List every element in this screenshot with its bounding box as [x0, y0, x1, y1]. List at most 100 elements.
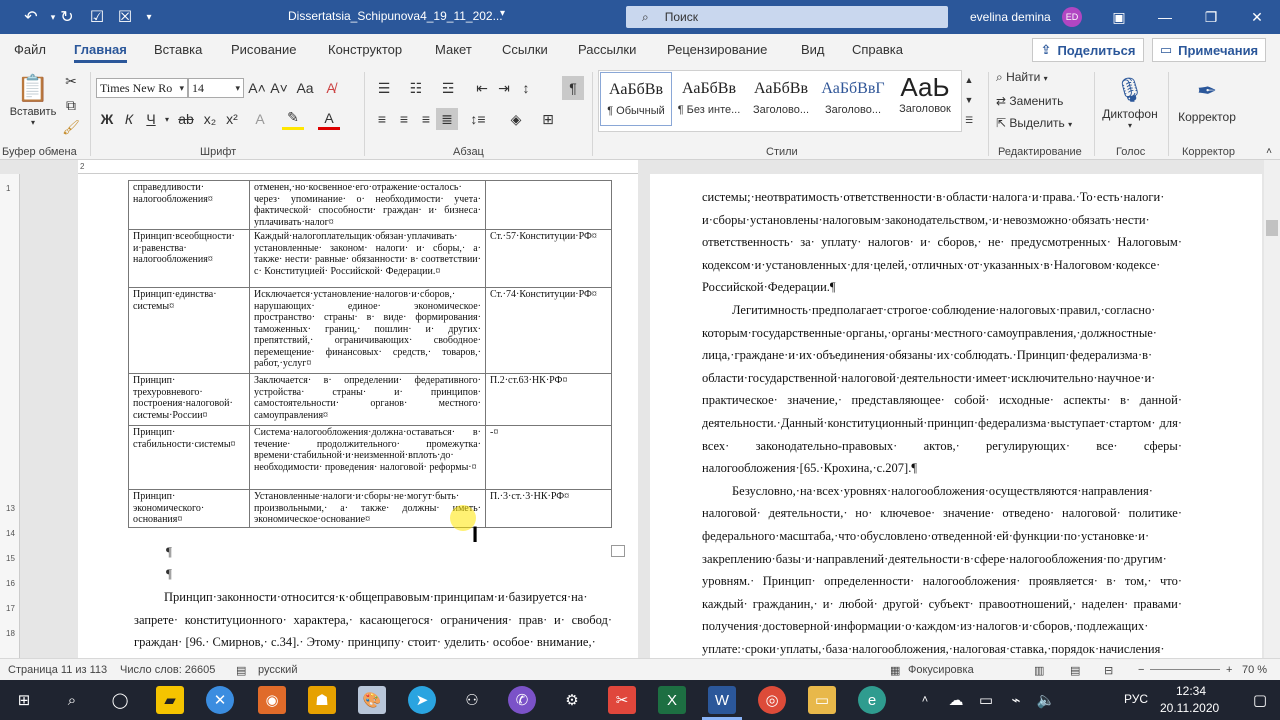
style-heading-2[interactable]: АаБбВвГ Заголово...: [817, 72, 889, 126]
tab-references[interactable]: Ссылки: [502, 42, 548, 57]
print-layout-icon[interactable]: ▤: [1070, 664, 1080, 677]
tab-insert[interactable]: Вставка: [154, 42, 202, 57]
media-app-icon[interactable]: ✂: [608, 686, 636, 714]
scrollbar-thumb[interactable]: [1266, 220, 1278, 236]
excel-icon[interactable]: X: [658, 686, 686, 714]
table-cell[interactable]: Принцип·всеобщности· и·равенства· налого…: [128, 229, 250, 288]
zoom-out-icon[interactable]: −: [1138, 664, 1144, 676]
multilevel-list-icon[interactable]: ☲: [436, 78, 460, 98]
focus-icon[interactable]: ▦: [890, 664, 900, 677]
highlight-icon[interactable]: ✎: [282, 108, 304, 130]
windows-start-icon[interactable]: ⊞: [10, 686, 38, 714]
viber-icon[interactable]: ✆: [508, 686, 536, 714]
increase-indent-icon[interactable]: ⇥: [494, 78, 514, 98]
minimize-icon[interactable]: —: [1142, 0, 1188, 34]
table-cell[interactable]: Ст.·57·Конституции·РФ¤: [485, 229, 612, 288]
decrease-indent-icon[interactable]: ⇤: [472, 78, 492, 98]
app-icon[interactable]: ✕: [206, 686, 234, 714]
select-button[interactable]: ⇱ Выделить ▾: [996, 116, 1072, 130]
word-icon[interactable]: W: [708, 686, 736, 714]
user-name[interactable]: evelina demina: [970, 10, 1051, 24]
justify-icon[interactable]: ≣: [436, 108, 458, 130]
sticky-notes-icon[interactable]: ▰: [156, 686, 184, 714]
comments-button[interactable]: ▭ Примечания: [1152, 38, 1266, 62]
strikethrough-icon[interactable]: ab: [176, 108, 196, 130]
table-row[interactable]: Принцип·всеобщности· и·равенства· налого…: [128, 229, 612, 288]
collapse-ribbon-icon[interactable]: ˄: [1262, 144, 1276, 158]
paste-button[interactable]: 📋 Вставить ▾: [10, 70, 57, 130]
borders-icon[interactable]: ⊞: [536, 108, 560, 130]
bold-button[interactable]: Ж: [98, 108, 116, 130]
table-row[interactable]: справедливости· налогообложения¤ отменен,…: [128, 180, 612, 230]
tab-review[interactable]: Рецензирование: [667, 42, 767, 57]
superscript-icon[interactable]: x²: [222, 108, 242, 130]
format-painter-icon[interactable]: 🖌: [62, 118, 80, 136]
restore-icon[interactable]: ❐: [1188, 0, 1234, 34]
table-resize-handle[interactable]: [611, 545, 625, 557]
align-left-icon[interactable]: ≡: [372, 108, 392, 130]
table-cell[interactable]: [485, 180, 612, 230]
clock-date[interactable]: 20.11.2020: [1160, 701, 1219, 715]
italic-button[interactable]: К: [120, 108, 138, 130]
table-cell[interactable]: Принцип· экономического· основания¤: [128, 489, 250, 528]
bullets-icon[interactable]: ☰: [372, 78, 396, 98]
focus-mode[interactable]: Фокусировка: [908, 664, 974, 676]
tab-layout[interactable]: Макет: [435, 42, 472, 57]
right-body-text[interactable]: системы;·неотвратимость·ответственности·…: [702, 186, 1182, 660]
camera-app-icon[interactable]: ◉: [258, 686, 286, 714]
zoom-in-icon[interactable]: +: [1226, 664, 1232, 676]
book-app-icon[interactable]: ☗: [308, 686, 336, 714]
ribbon-display-icon[interactable]: ▣: [1096, 0, 1142, 34]
chrome-icon[interactable]: ◎: [758, 686, 786, 714]
tab-help[interactable]: Справка: [852, 42, 903, 57]
underline-button[interactable]: Ч: [142, 108, 160, 130]
shrink-font-icon[interactable]: A˅: [270, 78, 288, 98]
web-layout-icon[interactable]: ⊟: [1104, 664, 1113, 677]
table-cell[interactable]: Принцип· стабильности·системы¤: [128, 425, 250, 490]
table-cell[interactable]: Система·налогообложения·должна·оставатьс…: [249, 425, 486, 490]
network-icon[interactable]: ⌁: [1006, 686, 1026, 714]
zoom-level[interactable]: 70 %: [1242, 664, 1267, 676]
styles-more-icon[interactable]: ☰: [962, 110, 976, 130]
search-box[interactable]: ⌕ Поиск: [626, 6, 948, 28]
paint-icon[interactable]: 🎨: [358, 686, 386, 714]
word-count[interactable]: Число слов: 26605: [120, 664, 215, 676]
table-row[interactable]: Принцип· стабильности·системы¤ Система·на…: [128, 425, 612, 490]
table-cell[interactable]: Принцип·единства· системы¤: [128, 287, 250, 374]
style-no-spacing[interactable]: АаБбВв ¶ Без инте...: [673, 72, 745, 126]
font-size-combo[interactable]: 14 ▾: [188, 78, 244, 98]
table-cell[interactable]: Заключается· в· определении· федеративно…: [249, 373, 486, 426]
tab-design[interactable]: Конструктор: [328, 42, 402, 57]
table-row[interactable]: Принцип· экономического· основания¤ Устан…: [128, 489, 612, 528]
task-view-icon[interactable]: ◯: [106, 686, 134, 714]
people-icon[interactable]: ⚇: [458, 686, 486, 714]
sort-icon[interactable]: ↕: [516, 78, 536, 98]
redo-icon[interactable]: ↻: [50, 0, 84, 34]
copy-icon[interactable]: ⧉: [62, 96, 80, 114]
replace-button[interactable]: ⇄ Заменить: [996, 94, 1063, 108]
table-cell[interactable]: Каждый·налогоплательщик·обязан·уплачиват…: [249, 229, 486, 288]
cut-icon[interactable]: ✂: [62, 72, 80, 90]
volume-icon[interactable]: 🔈: [1036, 686, 1056, 714]
style-heading-1[interactable]: АаБбВв Заголово...: [745, 72, 817, 126]
tab-view[interactable]: Вид: [801, 42, 825, 57]
align-center-icon[interactable]: ≡: [394, 108, 414, 130]
editor-button[interactable]: ✒ Корректор: [1172, 70, 1242, 130]
horizontal-ruler[interactable]: 2: [78, 160, 638, 174]
find-button[interactable]: ⌕ Найти ▾: [996, 70, 1048, 85]
page-count[interactable]: Страница 11 из 113: [8, 664, 107, 676]
table-cell[interactable]: -¤: [485, 425, 612, 490]
table-cell[interactable]: Ст.·74·Конституции·РФ¤: [485, 287, 612, 374]
show-marks-icon[interactable]: ¶: [562, 76, 584, 100]
battery-icon[interactable]: ▭: [976, 686, 996, 714]
search-icon[interactable]: ⌕: [58, 686, 86, 714]
settings-gear-icon[interactable]: ⚙: [558, 686, 586, 714]
table-cell[interactable]: Исключается·установление·налогов·и·сборо…: [249, 287, 486, 374]
input-language[interactable]: РУС: [1124, 692, 1148, 706]
subscript-icon[interactable]: x₂: [200, 108, 220, 130]
dictate-button[interactable]: 🎙 Диктофон ▾: [1100, 70, 1160, 136]
font-name-combo[interactable]: Times New Ro ▾: [96, 78, 188, 98]
left-body-text[interactable]: Принцип·законности·относится·к·общеправо…: [134, 586, 612, 654]
font-color-icon[interactable]: A: [318, 108, 340, 130]
vertical-ruler[interactable]: 1 13 14 15 16 17 18: [0, 174, 20, 658]
